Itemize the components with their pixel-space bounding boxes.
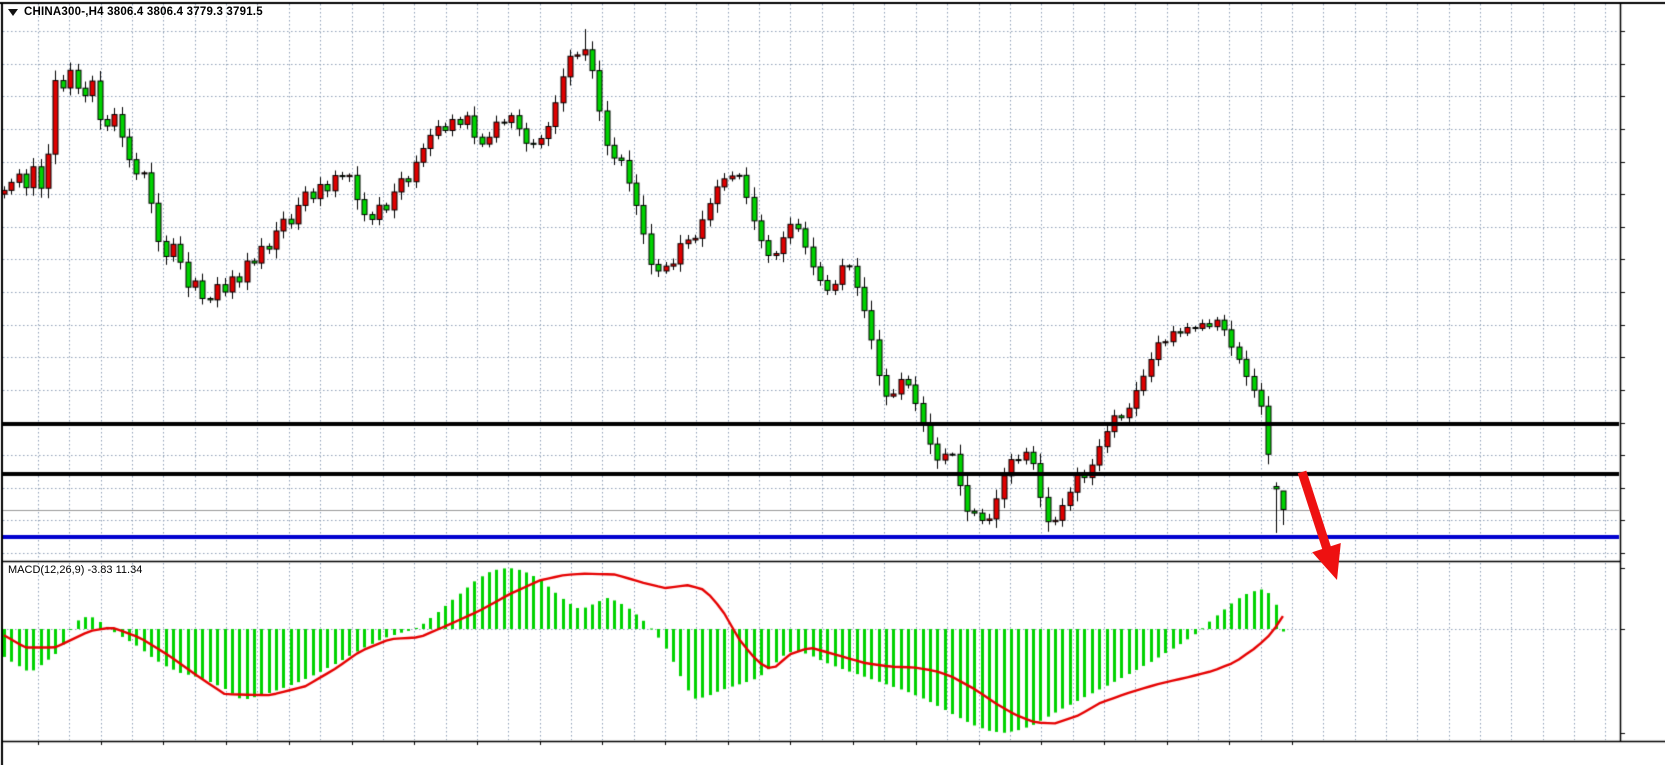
chart-canvas[interactable]	[0, 0, 1665, 765]
time-axis[interactable]: 24 Feb 20232 Mar 05:008 Mar 05:0014 Mar …	[3, 741, 1620, 765]
trading-terminal-chart: CHINA300-,H4 3806.4 3806.4 3779.3 3791.5…	[0, 0, 1665, 765]
symbol-bar: CHINA300-,H4 3806.4 3806.4 3779.3 3791.5	[8, 6, 263, 18]
dropdown-triangle-icon[interactable]	[8, 9, 18, 16]
macd-indicator-label: MACD(12,26,9) -3.83 11.34	[8, 564, 142, 576]
symbol-ohlc-label: CHINA300-,H4 3806.4 3806.4 3779.3 3791.5	[24, 6, 263, 18]
price-axis[interactable]: 4173.04147.04121.04095.04069.04043.04017…	[1621, 3, 1665, 741]
